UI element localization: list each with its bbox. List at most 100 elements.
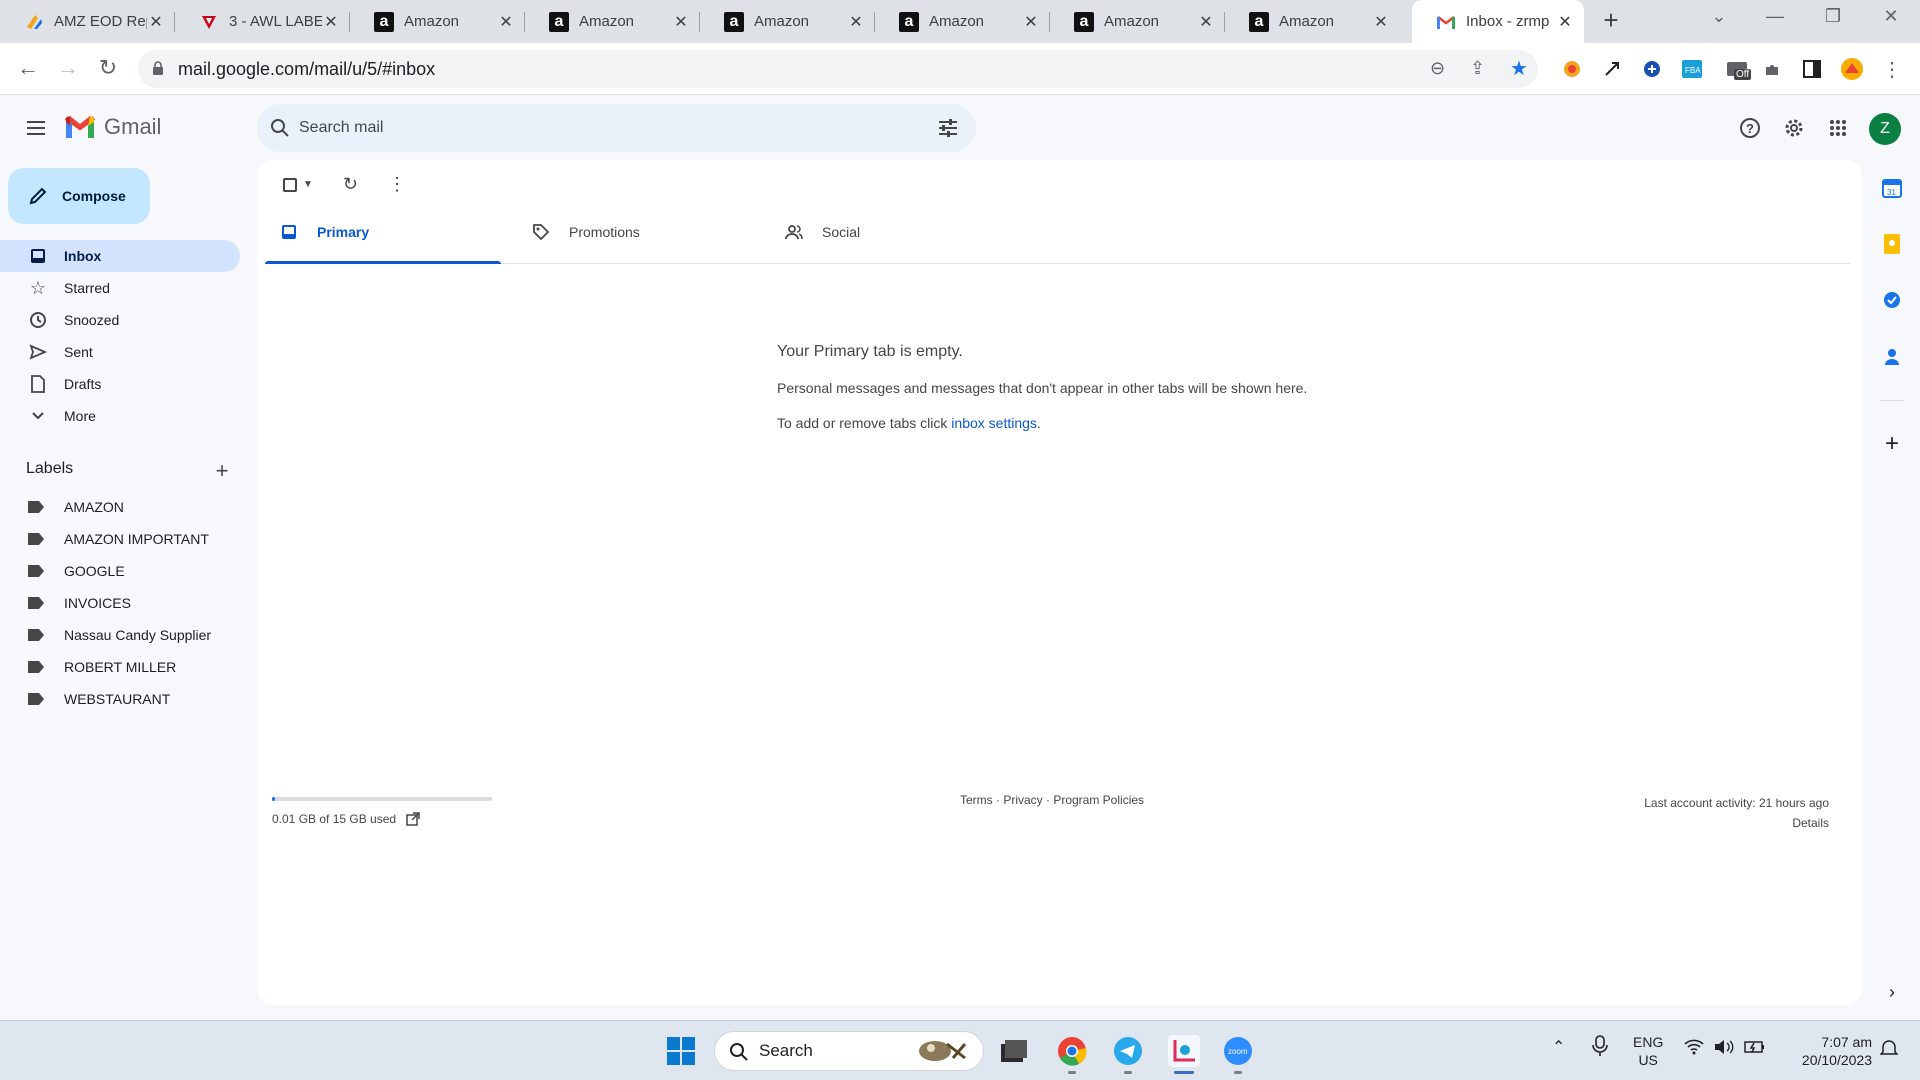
- running-indicator: [1124, 1071, 1132, 1074]
- language-indicator[interactable]: ENG US: [1633, 1033, 1663, 1069]
- search-options-icon[interactable]: [937, 117, 959, 139]
- url-bar[interactable]: mail.google.com/mail/u/5/#inbox ⊖ ⇪ ★: [138, 50, 1538, 88]
- gmail-logo[interactable]: Gmail: [64, 114, 161, 140]
- open-external-icon[interactable]: [406, 812, 420, 826]
- close-tab-icon[interactable]: ✕: [147, 12, 165, 32]
- calendar-icon[interactable]: 31: [1880, 176, 1904, 200]
- nav-more[interactable]: More: [0, 400, 240, 432]
- search-bar[interactable]: Search mail: [257, 104, 976, 152]
- tab-search-icon[interactable]: ⌄: [1704, 6, 1734, 27]
- label-item[interactable]: ROBERT MILLER: [0, 651, 240, 683]
- keep-icon[interactable]: [1880, 232, 1904, 256]
- main-menu-icon[interactable]: [24, 116, 48, 140]
- profile-icon[interactable]: [1840, 57, 1864, 81]
- label-item[interactable]: WEBSTAURANT: [0, 683, 240, 715]
- nav-sent[interactable]: Sent: [0, 336, 240, 368]
- extension-arrow-icon[interactable]: [1600, 57, 1624, 81]
- account-avatar[interactable]: Z: [1869, 113, 1901, 145]
- taskbar-search[interactable]: Search: [714, 1031, 984, 1071]
- notifications-icon[interactable]: [1879, 1039, 1899, 1061]
- extension-blue-icon[interactable]: [1640, 57, 1664, 81]
- side-panel-icon[interactable]: [1800, 57, 1824, 81]
- close-tab-icon[interactable]: ✕: [497, 12, 515, 32]
- clock[interactable]: 7:07 am 20/10/2023: [1782, 1033, 1872, 1069]
- telegram-icon[interactable]: [1112, 1035, 1144, 1067]
- minimize-icon[interactable]: —: [1760, 6, 1790, 27]
- settings-gear-icon[interactable]: [1781, 115, 1807, 141]
- contacts-icon[interactable]: [1880, 344, 1904, 368]
- extension-fba-icon[interactable]: FBA: [1680, 57, 1704, 81]
- active-indicator: [1174, 1071, 1194, 1074]
- back-icon[interactable]: ←: [14, 55, 42, 81]
- extension-orange-icon[interactable]: [1560, 57, 1584, 81]
- microphone-icon[interactable]: [1592, 1035, 1608, 1061]
- compose-button[interactable]: Compose: [8, 168, 150, 224]
- file-explorer-icon[interactable]: [998, 1035, 1030, 1067]
- bookmark-star-icon[interactable]: ★: [1510, 56, 1528, 81]
- close-tab-icon[interactable]: ✕: [672, 12, 690, 32]
- forward-icon[interactable]: →: [54, 55, 82, 81]
- more-options-icon[interactable]: ⋮: [388, 174, 406, 195]
- chevron-right-icon[interactable]: ›: [1880, 980, 1904, 1004]
- browser-tab[interactable]: a Amazon ✕: [700, 0, 875, 43]
- close-tab-icon[interactable]: ✕: [1556, 12, 1574, 32]
- browser-tab[interactable]: AMZ EOD Report ✕: [0, 0, 175, 43]
- snipping-tool-icon[interactable]: [1168, 1035, 1200, 1067]
- browser-tab[interactable]: a Amazon ✕: [1050, 0, 1225, 43]
- label-item[interactable]: GOOGLE: [0, 555, 240, 587]
- close-tab-icon[interactable]: ✕: [1372, 12, 1390, 32]
- zoom-icon[interactable]: ⊖: [1430, 58, 1445, 79]
- puzzle-icon[interactable]: [1760, 57, 1784, 81]
- browser-tab[interactable]: 3 - AWL LABELS ✕: [175, 0, 350, 43]
- windows-start-icon[interactable]: [665, 1035, 697, 1067]
- new-tab-icon[interactable]: +: [1598, 7, 1624, 34]
- close-tab-icon[interactable]: ✕: [322, 12, 340, 32]
- label-item[interactable]: AMAZON IMPORTANT: [0, 523, 240, 555]
- label-item[interactable]: AMAZON: [0, 491, 240, 523]
- add-label-icon[interactable]: +: [212, 458, 232, 484]
- show-hidden-icons[interactable]: ⌃: [1552, 1039, 1565, 1057]
- tab-promotions[interactable]: Promotions: [517, 200, 753, 264]
- nav-inbox[interactable]: Inbox: [0, 240, 240, 272]
- label-name: GOOGLE: [64, 563, 125, 579]
- browser-tab[interactable]: a Amazon ✕: [525, 0, 700, 43]
- browser-tab[interactable]: a Amazon ✕: [350, 0, 525, 43]
- close-tab-icon[interactable]: ✕: [1022, 12, 1040, 32]
- close-tab-icon[interactable]: ✕: [847, 12, 865, 32]
- storage-text: 0.01 GB of 15 GB used: [272, 812, 397, 826]
- apps-grid-icon[interactable]: [1825, 115, 1851, 141]
- zoom-app-icon[interactable]: zoom: [1222, 1035, 1254, 1067]
- tab-social[interactable]: Social: [770, 200, 1006, 264]
- refresh-icon[interactable]: ↻: [343, 174, 358, 195]
- chrome-menu-icon[interactable]: ⋮: [1880, 57, 1904, 81]
- reload-icon[interactable]: ↻: [94, 55, 122, 81]
- details-link[interactable]: Details: [1644, 813, 1829, 833]
- wifi-icon[interactable]: [1684, 1039, 1704, 1059]
- close-window-icon[interactable]: ✕: [1876, 6, 1906, 27]
- extension-off-icon[interactable]: Off: [1720, 57, 1754, 81]
- tasks-icon[interactable]: [1880, 288, 1904, 312]
- add-addon-icon[interactable]: +: [1880, 430, 1904, 457]
- tab-primary[interactable]: Primary: [265, 200, 501, 264]
- help-icon[interactable]: ?: [1737, 115, 1763, 141]
- label-item[interactable]: INVOICES: [0, 587, 240, 619]
- select-checkbox[interactable]: [283, 177, 297, 192]
- close-tab-icon[interactable]: ✕: [1197, 12, 1215, 32]
- search-input[interactable]: Search mail: [299, 119, 383, 137]
- share-icon[interactable]: ⇪: [1470, 58, 1485, 79]
- browser-tab-active[interactable]: Inbox - zrmp ✕: [1412, 0, 1584, 43]
- search-icon[interactable]: [269, 117, 291, 139]
- select-dropdown-icon[interactable]: ▼: [303, 179, 313, 190]
- nav-starred[interactable]: ☆ Starred: [0, 272, 240, 304]
- browser-tab[interactable]: a Amazon ✕: [1225, 0, 1400, 43]
- chrome-icon[interactable]: [1056, 1035, 1088, 1067]
- battery-icon[interactable]: [1744, 1039, 1766, 1059]
- restore-icon[interactable]: ❐: [1818, 6, 1848, 27]
- label-item[interactable]: Nassau Candy Supplier: [0, 619, 240, 651]
- footer-policy-links[interactable]: Terms · Privacy · Program Policies: [960, 793, 1144, 807]
- nav-drafts[interactable]: Drafts: [0, 368, 240, 400]
- inbox-settings-link[interactable]: inbox settings: [951, 415, 1037, 431]
- volume-icon[interactable]: [1714, 1039, 1734, 1059]
- browser-tab[interactable]: a Amazon ✕: [875, 0, 1050, 43]
- nav-snoozed[interactable]: Snoozed: [0, 304, 240, 336]
